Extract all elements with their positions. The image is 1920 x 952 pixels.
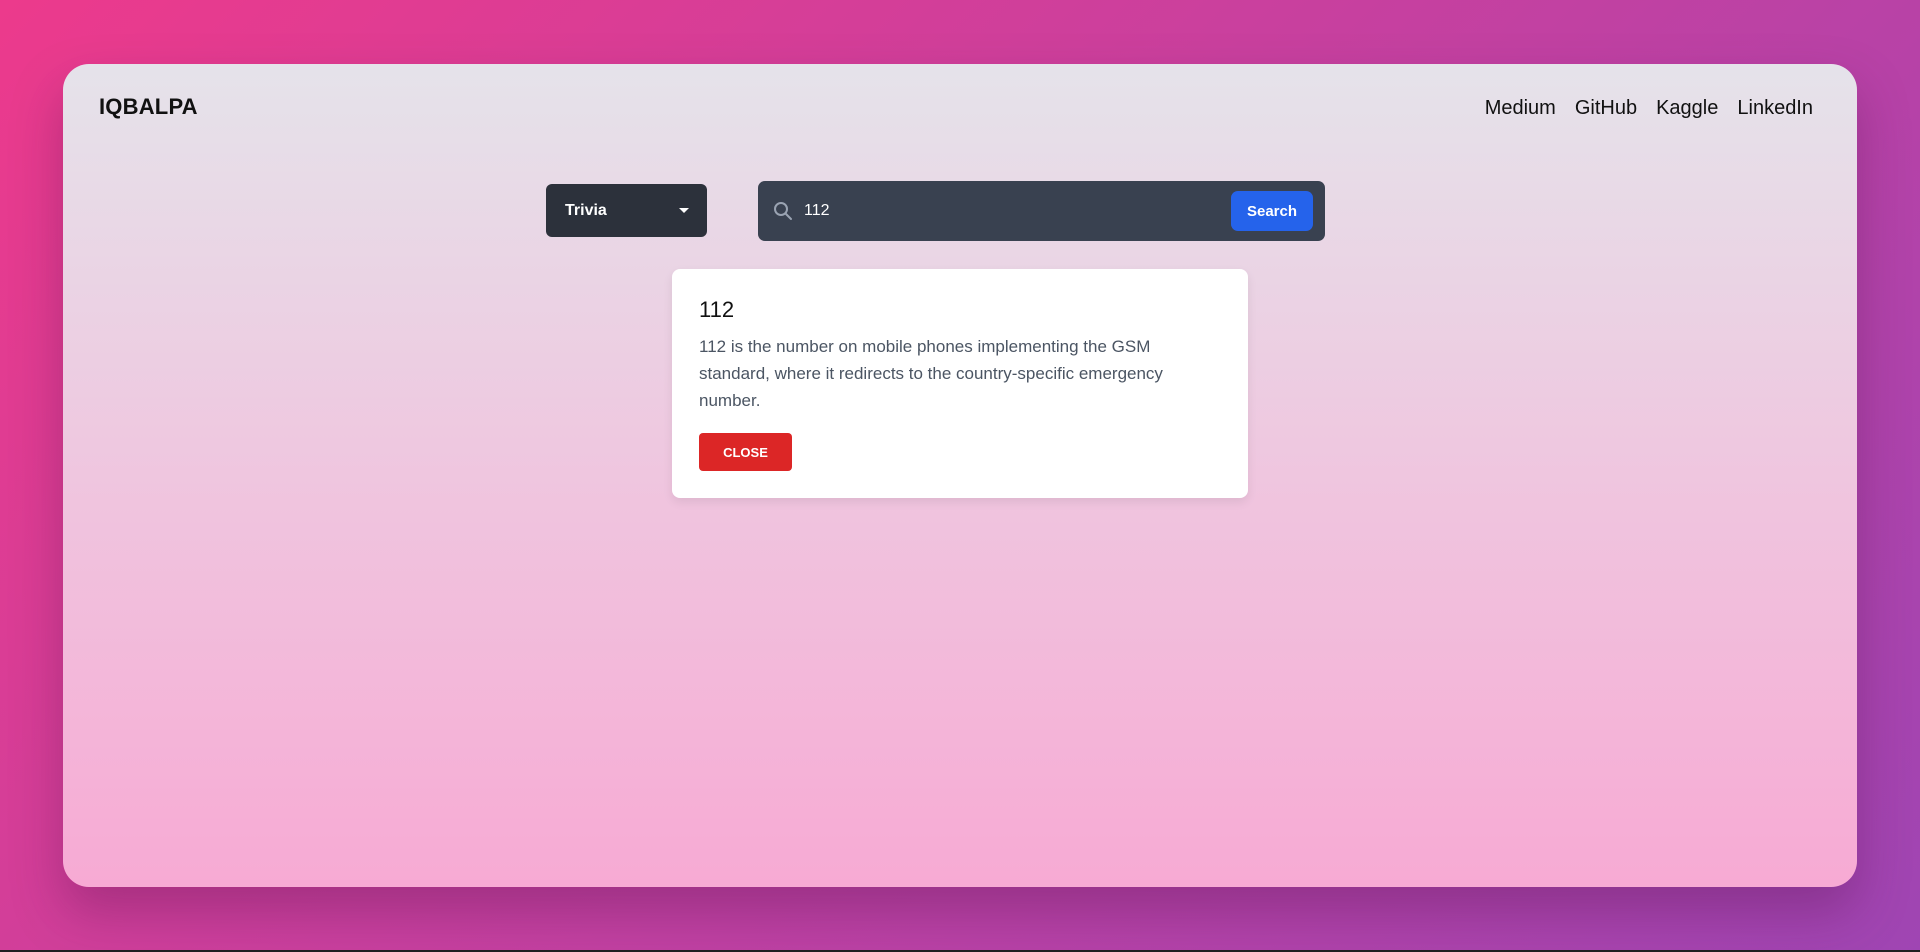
close-button[interactable]: CLOSE (699, 433, 792, 471)
category-select-value: Trivia (565, 201, 607, 219)
top-nav: Medium GitHub Kaggle LinkedIn (1485, 97, 1813, 120)
chevron-down-icon (679, 208, 689, 213)
brand-logo[interactable]: IQBALPA (99, 94, 198, 120)
search-bar: Search (758, 181, 1325, 241)
main-card: IQBALPA Medium GitHub Kaggle LinkedIn Tr… (63, 64, 1857, 887)
result-text: 112 is the number on mobile phones imple… (699, 337, 1163, 410)
result-card: 112 112 is the number on mobile phones i… (672, 269, 1248, 498)
category-select[interactable]: Trivia (546, 184, 707, 237)
search-button[interactable]: Search (1231, 191, 1313, 231)
search-icon (772, 200, 794, 222)
nav-link-medium[interactable]: Medium (1485, 97, 1556, 120)
search-input[interactable] (804, 202, 1231, 220)
nav-link-kaggle[interactable]: Kaggle (1656, 97, 1718, 120)
nav-link-linkedin[interactable]: LinkedIn (1737, 97, 1813, 120)
nav-link-github[interactable]: GitHub (1575, 97, 1637, 120)
result-title: 112 (699, 297, 735, 322)
